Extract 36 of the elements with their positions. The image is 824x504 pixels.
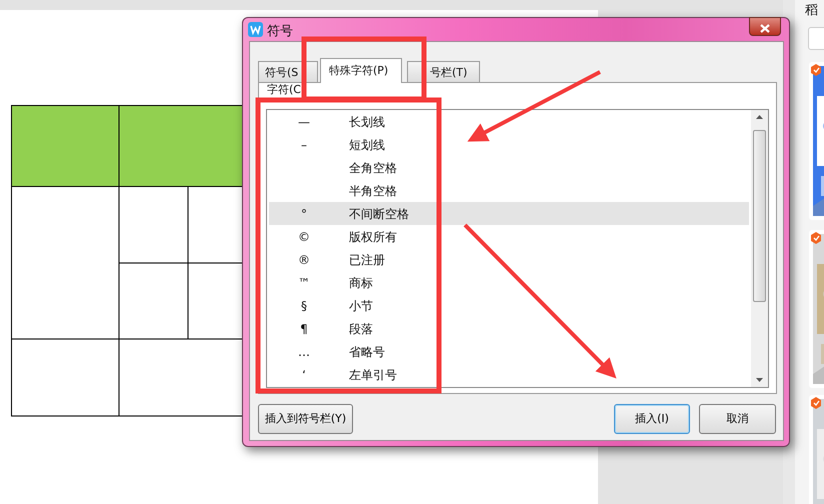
panel-title: 稻	[805, 2, 818, 20]
scroll-up-icon[interactable]	[756, 115, 763, 119]
symbol-glyph: ™	[297, 274, 311, 292]
symbol-glyph: —	[297, 114, 311, 130]
symbol-glyph: ©	[297, 228, 311, 246]
scrollbar[interactable]	[751, 110, 768, 387]
symbol-glyph: °	[300, 206, 308, 222]
window-title: 符号	[267, 23, 293, 41]
scroll-down-icon[interactable]	[756, 378, 763, 382]
list-label: 字符(C	[267, 83, 301, 96]
list-item[interactable]: 全角空格	[339, 158, 397, 176]
symbol-glyph: ¶	[299, 320, 309, 338]
symbol-glyph: ®	[297, 252, 311, 268]
dialog-button[interactable]: 插入到符号栏(Y)	[258, 404, 353, 434]
symbol-glyph: –	[300, 136, 308, 154]
app-logo-icon	[248, 22, 263, 37]
tab[interactable]: 特殊字符(P)	[320, 58, 402, 83]
list-item[interactable]: 省略号	[339, 342, 385, 360]
list-item[interactable]: 左单引号	[339, 366, 397, 384]
symbol-glyph: ‘	[301, 366, 307, 384]
close-button[interactable]	[749, 17, 781, 36]
close-icon	[760, 24, 770, 33]
list-item[interactable]: 短划线	[339, 136, 385, 154]
symbol-glyph: §	[300, 298, 308, 314]
dialog-button[interactable]: 插入(I)	[614, 404, 690, 434]
symbol-glyph: …	[297, 344, 311, 360]
list-item[interactable]: 长划线	[339, 112, 385, 130]
dialog-button[interactable]: 取消	[699, 404, 776, 434]
list-item[interactable]: 段落	[339, 320, 373, 338]
list-item[interactable]: 小节	[339, 296, 373, 314]
list-row[interactable]: ° 不间断空格	[269, 202, 749, 225]
list-item[interactable]: 不间断空格	[339, 204, 409, 222]
list-item[interactable]: 版权所有	[339, 228, 397, 246]
list-item[interactable]: 商标	[339, 274, 373, 292]
list-item[interactable]: 半角空格	[339, 182, 397, 200]
list-item[interactable]: 已注册	[339, 250, 385, 268]
